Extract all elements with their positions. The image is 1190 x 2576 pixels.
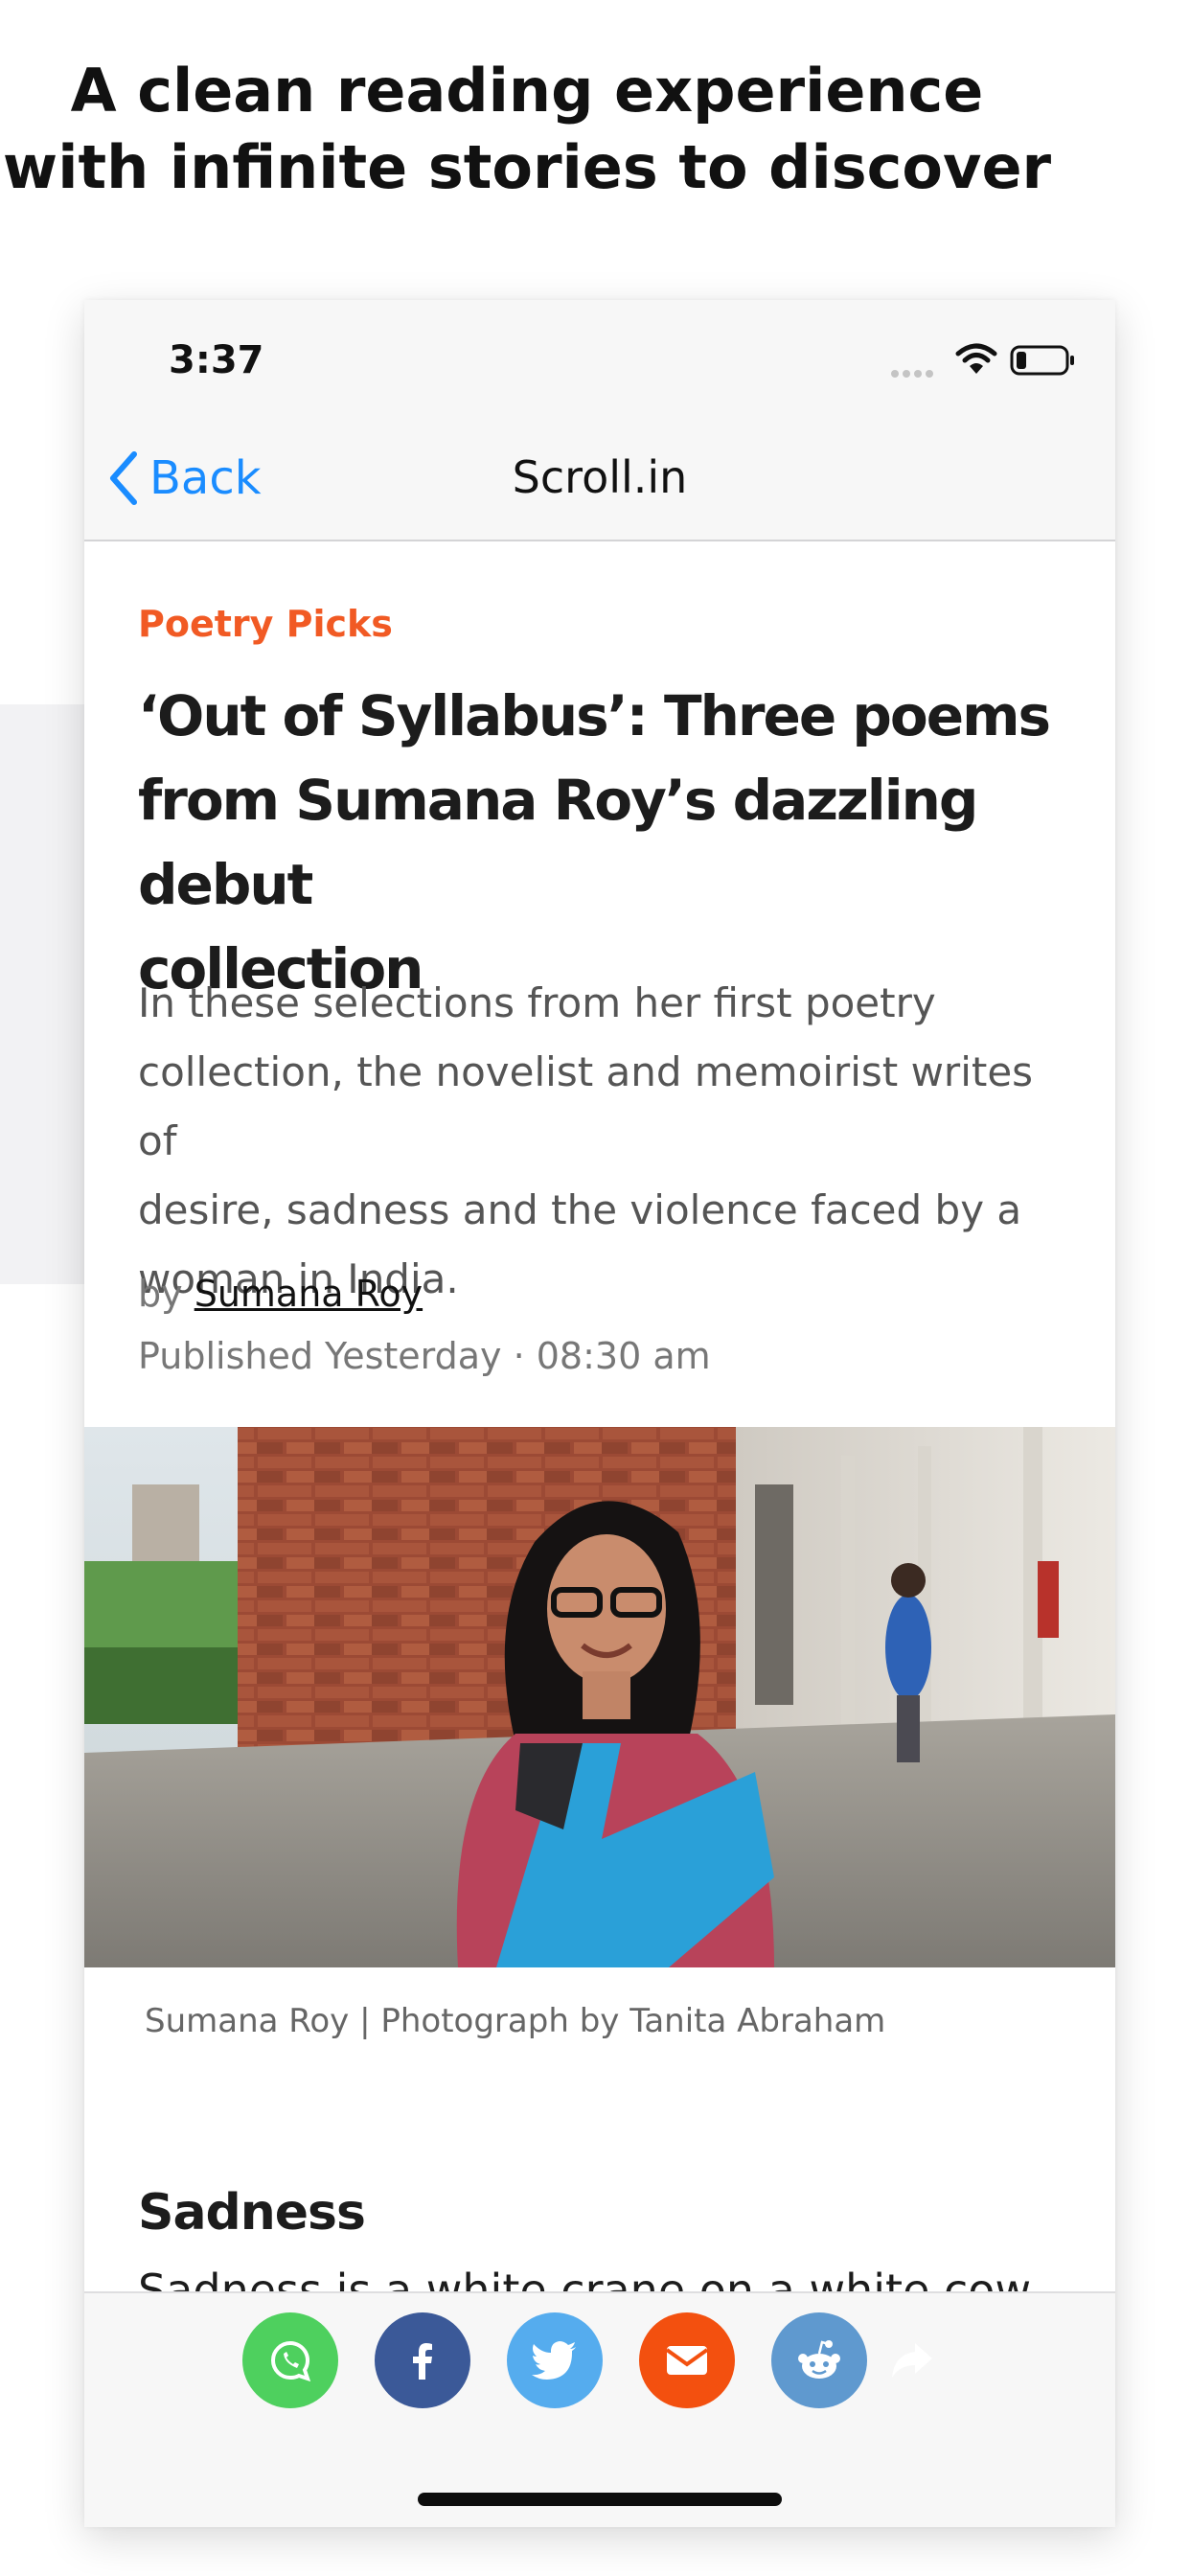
byline-prefix: by — [138, 1273, 183, 1315]
nav-title: Scroll.in — [512, 451, 688, 503]
facebook-icon — [413, 2343, 432, 2380]
battery-icon — [1010, 344, 1077, 381]
photo-caption: Sumana Roy | Photograph by Tanita Abraha… — [145, 2002, 886, 2040]
twitter-icon — [532, 2341, 576, 2380]
summary-line: collection, the novelist and memoirist w… — [138, 1048, 1034, 1164]
article-photo — [84, 1427, 1115, 1967]
twitter-share-button[interactable] — [507, 2312, 603, 2408]
summary-line: In these selections from her first poetr… — [138, 979, 936, 1026]
reddit-share-button[interactable] — [771, 2312, 867, 2408]
facebook-share-button[interactable] — [375, 2312, 470, 2408]
article-summary: In these selections from her first poetr… — [138, 969, 1077, 1314]
status-time: 3:37 — [169, 338, 264, 382]
promo-headline: A clean reading experience with infinite… — [0, 53, 1054, 206]
summary-line: desire, sadness and the violence faced b… — [138, 1186, 1022, 1233]
home-indicator — [418, 2493, 782, 2506]
promo-line-2: with infinite stories to discover — [2, 132, 1052, 202]
category-label[interactable]: Poetry Picks — [138, 603, 393, 645]
more-share-button[interactable] — [863, 2312, 959, 2408]
background-band — [0, 704, 86, 1284]
phone-screen: 3:37 Back Scroll.in Poetry Picks ‘Out of… — [84, 300, 1115, 2527]
status-bar: 3:37 — [84, 300, 1115, 415]
share-arrow-icon — [892, 2343, 932, 2378]
article-headline: ‘Out of Syllabus’: Three poems from Suma… — [138, 674, 1077, 1011]
email-share-button[interactable] — [639, 2312, 735, 2408]
whatsapp-icon — [271, 2340, 311, 2382]
signal-dots-icon — [891, 365, 937, 382]
section-heading: Sadness — [138, 2184, 366, 2242]
reddit-icon — [798, 2340, 840, 2379]
byline: by Sumana Roy — [138, 1273, 423, 1315]
headline-line: ‘Out of Syllabus’: Three poems — [138, 683, 1051, 748]
headline-line: from Sumana Roy’s dazzling debut — [138, 768, 978, 917]
wifi-icon — [954, 342, 998, 381]
whatsapp-share-button[interactable] — [242, 2312, 338, 2408]
navigation-bar: Back Scroll.in — [84, 415, 1115, 541]
author-link[interactable]: Sumana Roy — [195, 1273, 423, 1315]
promo-line-1: A clean reading experience — [70, 56, 984, 126]
published-date: Published Yesterday · 08:30 am — [138, 1335, 711, 1377]
envelope-icon — [665, 2346, 709, 2375]
